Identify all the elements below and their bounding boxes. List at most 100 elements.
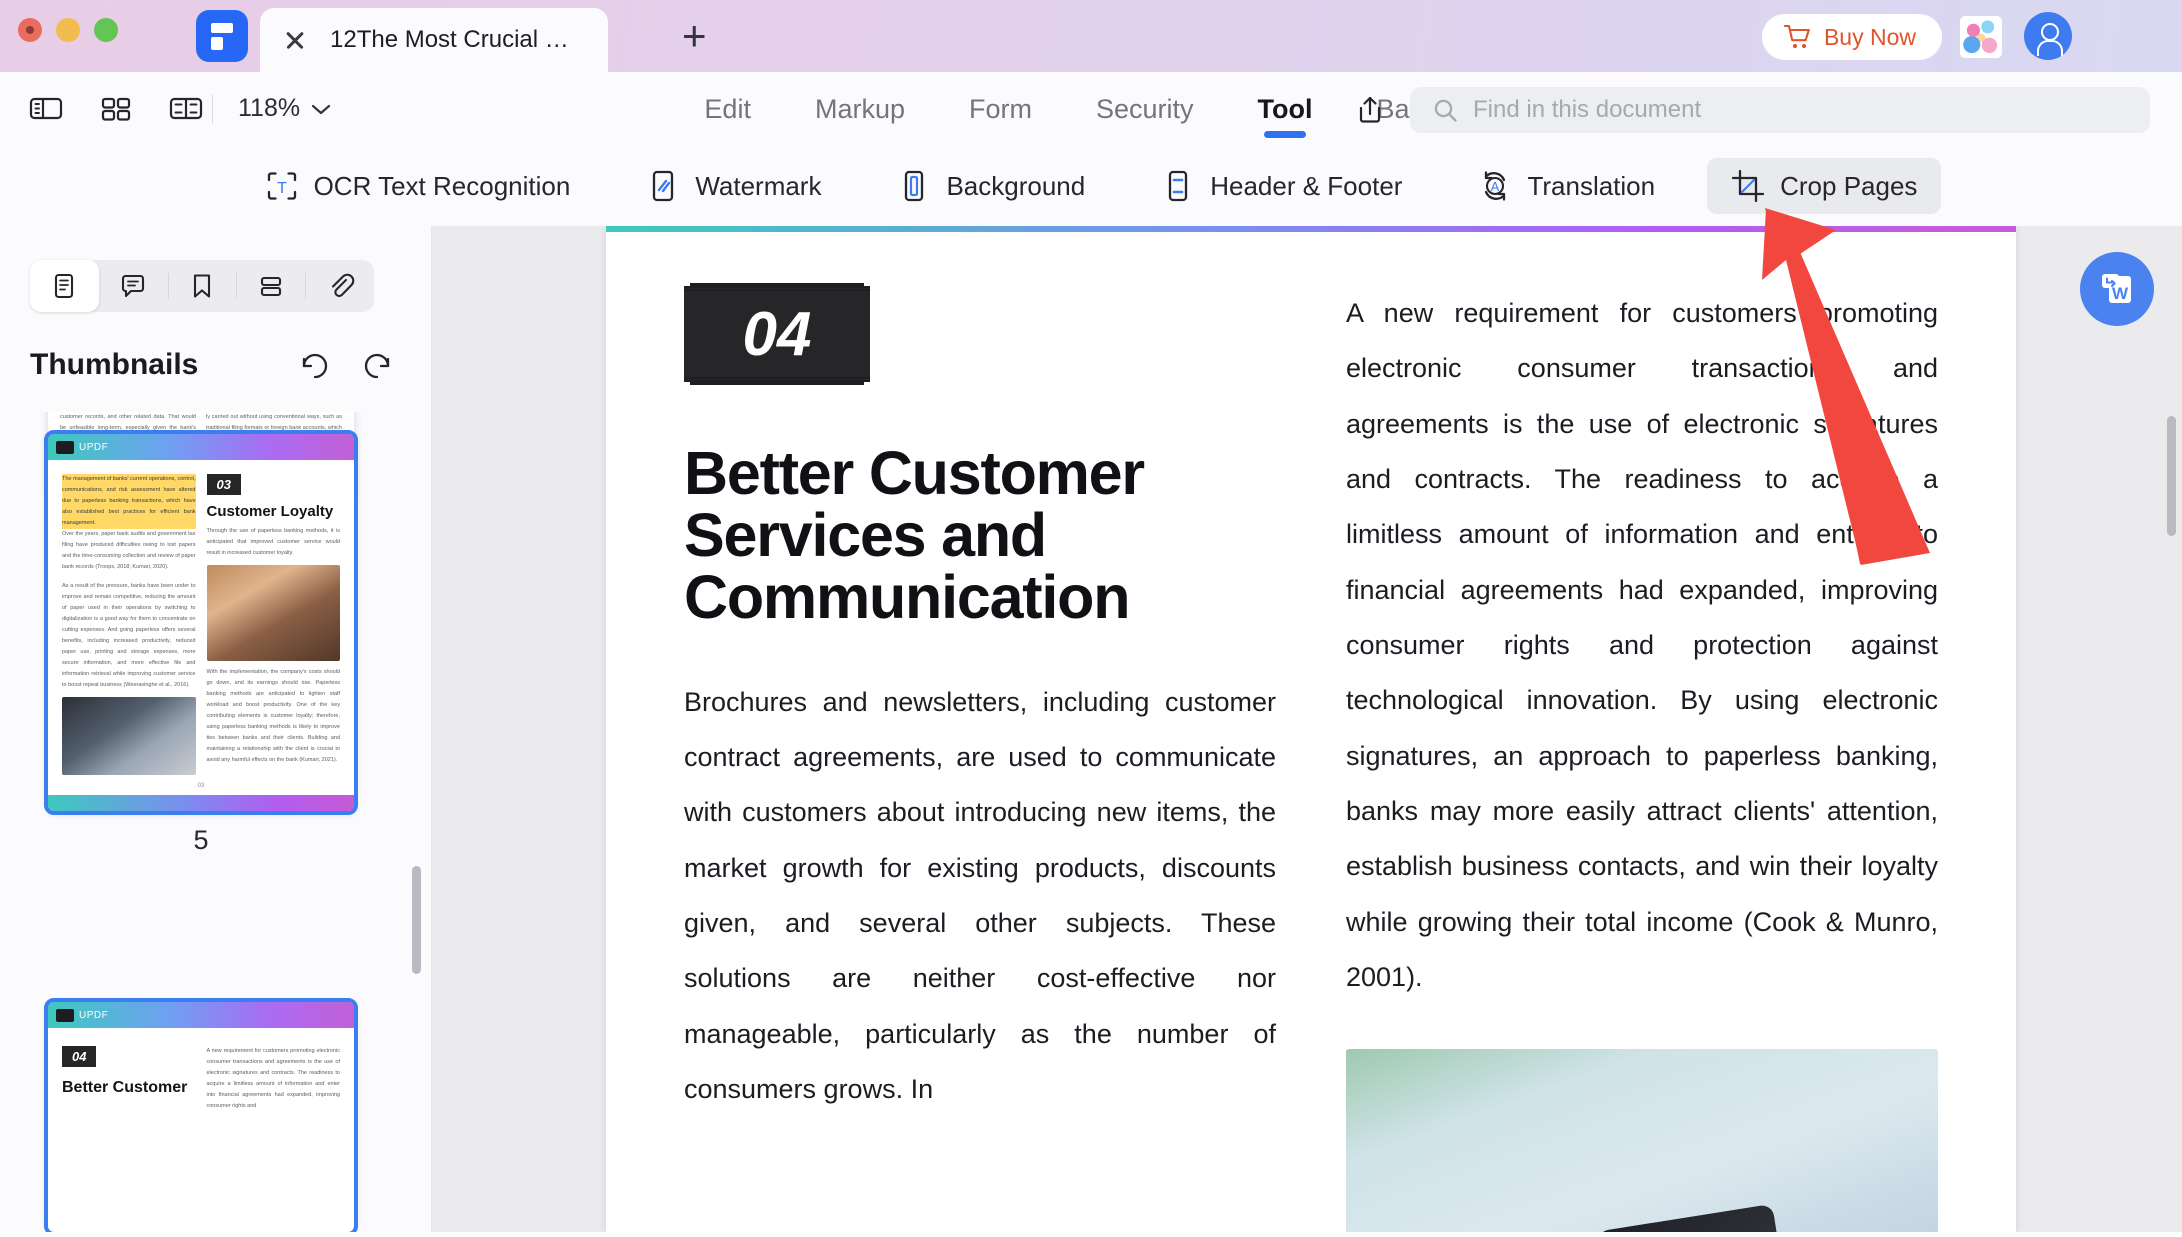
buy-now-label: Buy Now: [1824, 24, 1916, 51]
page-right-column: A new requirement for customers promotin…: [1346, 286, 1938, 1232]
new-tab-button[interactable]: +: [682, 22, 707, 50]
thumb5-brand-strip: UPDF: [48, 434, 354, 460]
menu-tab-edit[interactable]: Edit: [672, 72, 783, 146]
document-viewer: 04 Better Customer Services and Communic…: [432, 226, 2182, 1232]
search-icon: [1432, 97, 1459, 124]
menu-tab-markup-label: Markup: [815, 94, 905, 125]
thumb5-laptop-image: [62, 697, 196, 775]
window-title-bar: 12The Most Crucial Str... + Buy Now: [0, 0, 2182, 72]
thumb6-section-badge: 04: [62, 1046, 96, 1067]
thumbnail-item-6[interactable]: UPDF 04 Better Customer A new requiremen…: [48, 1002, 354, 1232]
sidebar-tab-bookmarks[interactable]: [168, 260, 237, 312]
sidebar-tab-comments[interactable]: [99, 260, 168, 312]
minimize-window-button[interactable]: [56, 18, 80, 42]
thumb6-brand-label: UPDF: [79, 1010, 108, 1021]
thumb5-left-rest: Over the years, paper bank audits and go…: [62, 529, 196, 573]
menu-tab-security[interactable]: Security: [1064, 72, 1226, 146]
menu-tab-form[interactable]: Form: [937, 72, 1064, 146]
ribbon-watermark[interactable]: Watermark: [622, 158, 845, 214]
share-icon[interactable]: [1350, 90, 1390, 130]
find-in-document-placeholder: Find in this document: [1473, 96, 1701, 124]
thumb5-left-highlight: The management of banks' current operati…: [62, 474, 196, 529]
thumbnail-page-canvas: UPDF 04 Better Customer A new requiremen…: [48, 1002, 354, 1232]
thumbnail-page-number: 5: [48, 825, 354, 856]
sidebar-panel-title: Thumbnails: [30, 348, 198, 382]
document-right-paragraph: A new requirement for customers promotin…: [1346, 286, 1938, 1005]
thumbnail-rotate-controls: [297, 348, 395, 384]
thumbnail-item-5[interactable]: UPDF The management of banks' current op…: [48, 434, 354, 856]
menu-tab-markup[interactable]: Markup: [783, 72, 937, 146]
document-page: 04 Better Customer Services and Communic…: [606, 226, 2016, 1232]
thumb5-color-bar: [48, 795, 354, 811]
sidebar-scrollbar[interactable]: [412, 866, 421, 974]
ribbon-background[interactable]: Background: [873, 158, 1109, 214]
svg-text:T: T: [277, 180, 287, 197]
thumb5-footer: 03: [48, 775, 354, 795]
thumbnail-page-canvas: UPDF The management of banks' current op…: [48, 434, 354, 811]
thumb5-callcenter-image: [207, 565, 341, 661]
thumb5-heading: Customer Loyalty: [207, 503, 341, 520]
watermark-icon: [646, 169, 680, 203]
section-number-badge: 04: [684, 286, 870, 382]
document-scrollbar[interactable]: [2167, 416, 2176, 536]
document-tab[interactable]: 12The Most Crucial Str...: [260, 8, 608, 72]
ribbon-header-footer[interactable]: Header & Footer: [1137, 158, 1426, 214]
thumb5-brand-label: UPDF: [79, 442, 108, 453]
ribbon-ocr-label: OCR Text Recognition: [314, 171, 571, 202]
menu-tab-edit-label: Edit: [704, 94, 751, 125]
ribbon-header-footer-label: Header & Footer: [1210, 171, 1402, 202]
user-avatar[interactable]: [2024, 12, 2072, 60]
buy-now-button[interactable]: Buy Now: [1762, 14, 1942, 60]
svg-text:A: A: [1491, 179, 1500, 194]
document-tab-label: 12The Most Crucial Str...: [330, 26, 580, 54]
background-icon: [897, 169, 931, 203]
maximize-window-button[interactable]: [94, 18, 118, 42]
ribbon-translation[interactable]: A Translation: [1454, 158, 1679, 214]
menu-tab-tool-label: Tool: [1258, 94, 1313, 125]
close-tab-icon[interactable]: [282, 27, 308, 53]
sidebar-tab-attachments[interactable]: [305, 260, 374, 312]
thumb5-left-p2: As a result of the pressure, banks have …: [62, 581, 196, 691]
document-left-paragraph: Brochures and newsletters, including cus…: [684, 675, 1276, 1118]
ribbon-background-label: Background: [946, 171, 1085, 202]
promo-gift-icon[interactable]: [1960, 16, 2002, 58]
menu-tab-security-label: Security: [1096, 94, 1194, 125]
menu-tab-form-label: Form: [969, 94, 1032, 125]
sidebar-tab-bar: [30, 260, 374, 312]
page-columns: 04 Better Customer Services and Communic…: [606, 232, 2016, 1232]
close-window-button[interactable]: [18, 18, 42, 42]
page-left-column: 04 Better Customer Services and Communic…: [684, 286, 1276, 1232]
tool-ribbon: T OCR Text Recognition Watermark Backgro…: [0, 146, 2182, 226]
header-footer-icon: [1161, 169, 1195, 203]
ribbon-watermark-label: Watermark: [695, 171, 821, 202]
ribbon-ocr-text-recognition[interactable]: T OCR Text Recognition: [241, 158, 595, 214]
thumb6-right-text: A new requirement for customers promotin…: [207, 1046, 341, 1112]
sidebar-tab-thumbnails[interactable]: [30, 260, 99, 312]
app-logo-icon: [196, 10, 248, 62]
sidebar-tab-layers[interactable]: [236, 260, 305, 312]
convert-to-word-button[interactable]: W: [2080, 252, 2154, 326]
thumb6-heading: Better Customer: [62, 1079, 196, 1097]
find-in-document-input[interactable]: Find in this document: [1410, 87, 2150, 133]
thumb5-lead: Through the use of paperless banking met…: [207, 526, 341, 559]
thumb5-right-p: With the implementation, the company's c…: [207, 667, 341, 766]
window-traffic-lights: [18, 18, 118, 42]
document-heading: Better Customer Services and Communicati…: [684, 442, 1276, 629]
translation-icon: A: [1478, 169, 1512, 203]
rotate-right-icon[interactable]: [359, 348, 395, 384]
thumb6-brand-strip: UPDF: [48, 1002, 354, 1028]
rotate-left-icon[interactable]: [297, 348, 333, 384]
main-menu-bar: 118% Edit Markup Form Security Tool Batc…: [0, 72, 2182, 146]
crop-pages-icon: [1731, 169, 1765, 203]
ocr-text-icon: T: [265, 169, 299, 203]
left-sidebar: Thumbnails customer records, and other r…: [0, 226, 432, 1232]
thumbnail-list[interactable]: customer records, and other related data…: [0, 412, 430, 1232]
ribbon-crop-pages-label: Crop Pages: [1780, 171, 1917, 202]
ribbon-translation-label: Translation: [1527, 171, 1655, 202]
menu-tab-tool[interactable]: Tool: [1226, 72, 1345, 146]
thumb5-section-badge: 03: [207, 474, 241, 495]
shopping-cart-icon: [1784, 24, 1812, 50]
ribbon-crop-pages[interactable]: Crop Pages: [1707, 158, 1941, 214]
svg-text:W: W: [2112, 284, 2129, 303]
updf-logo-icon: [56, 1009, 74, 1022]
